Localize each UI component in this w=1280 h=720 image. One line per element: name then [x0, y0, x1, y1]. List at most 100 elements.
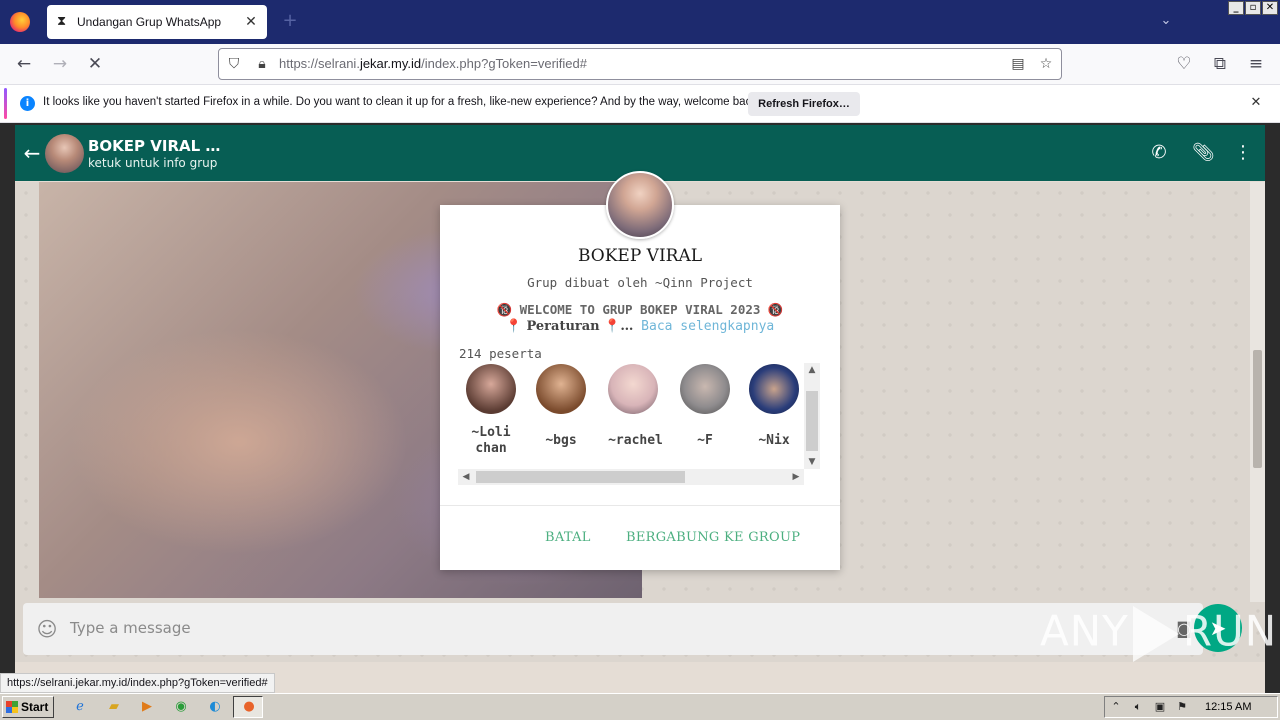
message-input[interactable]: Type a message: [70, 619, 191, 637]
back-arrow-icon[interactable]: ←: [14, 54, 34, 74]
group-name[interactable]: BOKEP VIRAL …: [88, 137, 220, 155]
member-list-vertical-scrollbar[interactable]: ▲ ▼: [804, 363, 820, 469]
watermark-right: RUN: [1182, 606, 1278, 656]
member-name: ~Nix: [758, 433, 790, 448]
scroll-right-icon[interactable]: ▶: [788, 469, 804, 485]
member-list-horizontal-scrollbar[interactable]: ◀ ▶: [458, 469, 804, 485]
system-tray: ⌃ 🔈︎ ▣ ⚑ 12:15 AM: [1104, 696, 1278, 718]
dialog-title: BOKEP VIRAL: [577, 246, 703, 266]
group-description-line1: 🔞 WELCOME TO GRUP BOKEP VIRAL 2023 🔞: [496, 302, 784, 317]
edge-icon[interactable]: ◐: [205, 698, 225, 716]
extensions-puzzle-icon[interactable]: ⧉: [1210, 54, 1230, 74]
read-more-link[interactable]: Baca selengkapnya: [641, 319, 774, 334]
member-avatar: [608, 364, 658, 414]
notification-text: It looks like you haven't started Firefo…: [43, 96, 761, 108]
clock[interactable]: 12:15 AM: [1205, 701, 1251, 713]
anyrun-watermark: ANY RUN: [1040, 606, 1276, 676]
scroll-left-icon[interactable]: ◀: [458, 469, 474, 485]
pocket-icon[interactable]: ♡: [1174, 54, 1194, 74]
star-bookmark-icon[interactable]: ☆: [1037, 55, 1055, 73]
forward-arrow-icon[interactable]: →: [50, 54, 70, 74]
member-item[interactable]: ~Nix: [741, 363, 803, 471]
group-avatar[interactable]: [45, 134, 84, 173]
start-label: Start: [21, 700, 49, 714]
internet-explorer-icon[interactable]: ℯ: [70, 698, 90, 716]
scrollbar-thumb[interactable]: [476, 471, 685, 483]
reader-view-icon[interactable]: ▤: [1009, 55, 1027, 73]
restore-button[interactable]: ▫: [1245, 1, 1261, 15]
address-bar[interactable]: ⛉ 🔒︎ https://selrani.jekar.my.id/index.p…: [218, 48, 1062, 80]
member-name: ~Loli chan: [471, 425, 511, 456]
volume-icon[interactable]: 🔈︎: [1131, 700, 1145, 714]
url-text[interactable]: https://selrani.jekar.my.id/index.php?gT…: [279, 56, 587, 71]
folder-icon[interactable]: ▰: [104, 698, 124, 716]
paperclip-icon[interactable]: 📎︎: [1192, 142, 1215, 164]
member-name: ~rachel: [608, 433, 663, 448]
tab-whatsapp-invite[interactable]: ⧗ Undangan Grup WhatsApp ✕: [47, 5, 267, 39]
member-avatar: [680, 364, 730, 414]
start-button[interactable]: Start: [2, 696, 54, 718]
member-avatar: [536, 364, 586, 414]
member-list[interactable]: ~Loli chan ~bgs ~rachel ~F ~Nix: [458, 363, 803, 471]
chevron-down-icon[interactable]: ⌄: [1157, 13, 1175, 31]
emoji-icon[interactable]: ☺: [35, 617, 59, 641]
firefox-icon: ●: [243, 699, 255, 714]
window-controls: _ ▫ ✕: [1228, 1, 1278, 15]
scroll-down-icon[interactable]: ▼: [804, 455, 820, 469]
chrome-icon[interactable]: ◉: [171, 698, 191, 716]
member-item[interactable]: ~F: [672, 363, 742, 471]
refresh-firefox-button[interactable]: Refresh Firefox…: [748, 92, 860, 116]
member-item[interactable]: ~Loli chan: [458, 363, 528, 471]
tab-strip: ⧗ Undangan Grup WhatsApp ✕ + ⌄ _ ▫ ✕: [0, 0, 1280, 44]
flag-icon[interactable]: ⚑: [1175, 700, 1189, 714]
shield-icon[interactable]: ⛉: [225, 55, 243, 73]
url-domain: jekar.my.id: [359, 56, 422, 71]
close-icon[interactable]: ✕: [1248, 95, 1264, 111]
notification-bar: i It looks like you haven't started Fire…: [0, 85, 1280, 123]
cancel-button[interactable]: BATAL: [545, 530, 591, 545]
windows-flag-icon: [6, 701, 18, 713]
group-avatar-large: [606, 171, 674, 239]
chat-scrollbar[interactable]: [1250, 182, 1265, 602]
scrollbar-thumb[interactable]: [1253, 350, 1262, 468]
network-icon[interactable]: ▣: [1153, 700, 1167, 714]
new-tab-plus-icon[interactable]: +: [281, 12, 299, 30]
play-icon: [1132, 606, 1179, 662]
stop-loading-icon[interactable]: ✕: [85, 54, 105, 74]
status-url-tooltip: https://selrani.jekar.my.id/index.php?gT…: [0, 673, 275, 693]
notification-accent: [4, 88, 7, 119]
member-name: ~F: [697, 433, 713, 448]
member-avatar: [749, 364, 799, 414]
info-icon: i: [20, 96, 35, 111]
dialog-divider: [440, 505, 840, 506]
message-composer: ☺ Type a message ◙: [23, 603, 1203, 655]
hourglass-icon: ⧗: [57, 14, 67, 29]
tray-expand-icon[interactable]: ⌃: [1109, 700, 1123, 714]
tab-title: Undangan Grup WhatsApp: [77, 15, 222, 29]
member-item[interactable]: ~rachel: [598, 363, 673, 471]
more-vertical-icon[interactable]: ⋮: [1232, 142, 1254, 164]
minimize-button[interactable]: _: [1228, 1, 1244, 15]
member-name: ~bgs: [545, 433, 577, 448]
close-window-button[interactable]: ✕: [1262, 1, 1278, 15]
taskbar: Start ℯ ▰ ▶ ◉ ◐ ● ⌃ 🔈︎ ▣ ⚑ 12:15 AM: [0, 693, 1280, 720]
member-avatar: [466, 364, 516, 414]
navigation-toolbar: ← → ✕ ⛉ 🔒︎ https://selrani.jekar.my.id/i…: [0, 44, 1280, 85]
firefox-taskbar-button[interactable]: ●: [233, 696, 263, 718]
lock-icon[interactable]: 🔒︎: [253, 55, 271, 73]
scroll-up-icon[interactable]: ▲: [804, 363, 820, 377]
member-item[interactable]: ~bgs: [528, 363, 598, 471]
media-player-icon[interactable]: ▶: [137, 698, 157, 716]
watermark-left: ANY: [1040, 606, 1129, 656]
url-prefix: https://selrani.: [279, 56, 360, 71]
url-suffix: /index.php?gToken=verified#: [421, 56, 587, 71]
scrollbar-thumb[interactable]: [806, 391, 818, 451]
phone-icon[interactable]: ✆: [1148, 142, 1170, 164]
firefox-logo-icon[interactable]: [10, 12, 30, 32]
close-icon[interactable]: ✕: [243, 14, 259, 30]
group-subtitle[interactable]: ketuk untuk info grup: [88, 156, 217, 170]
hamburger-menu-icon[interactable]: ≡: [1246, 54, 1266, 74]
join-group-button[interactable]: BERGABUNG KE GROUP: [626, 530, 800, 545]
back-arrow-icon[interactable]: ←: [21, 142, 43, 164]
participant-count: 214 peserta: [459, 346, 542, 361]
